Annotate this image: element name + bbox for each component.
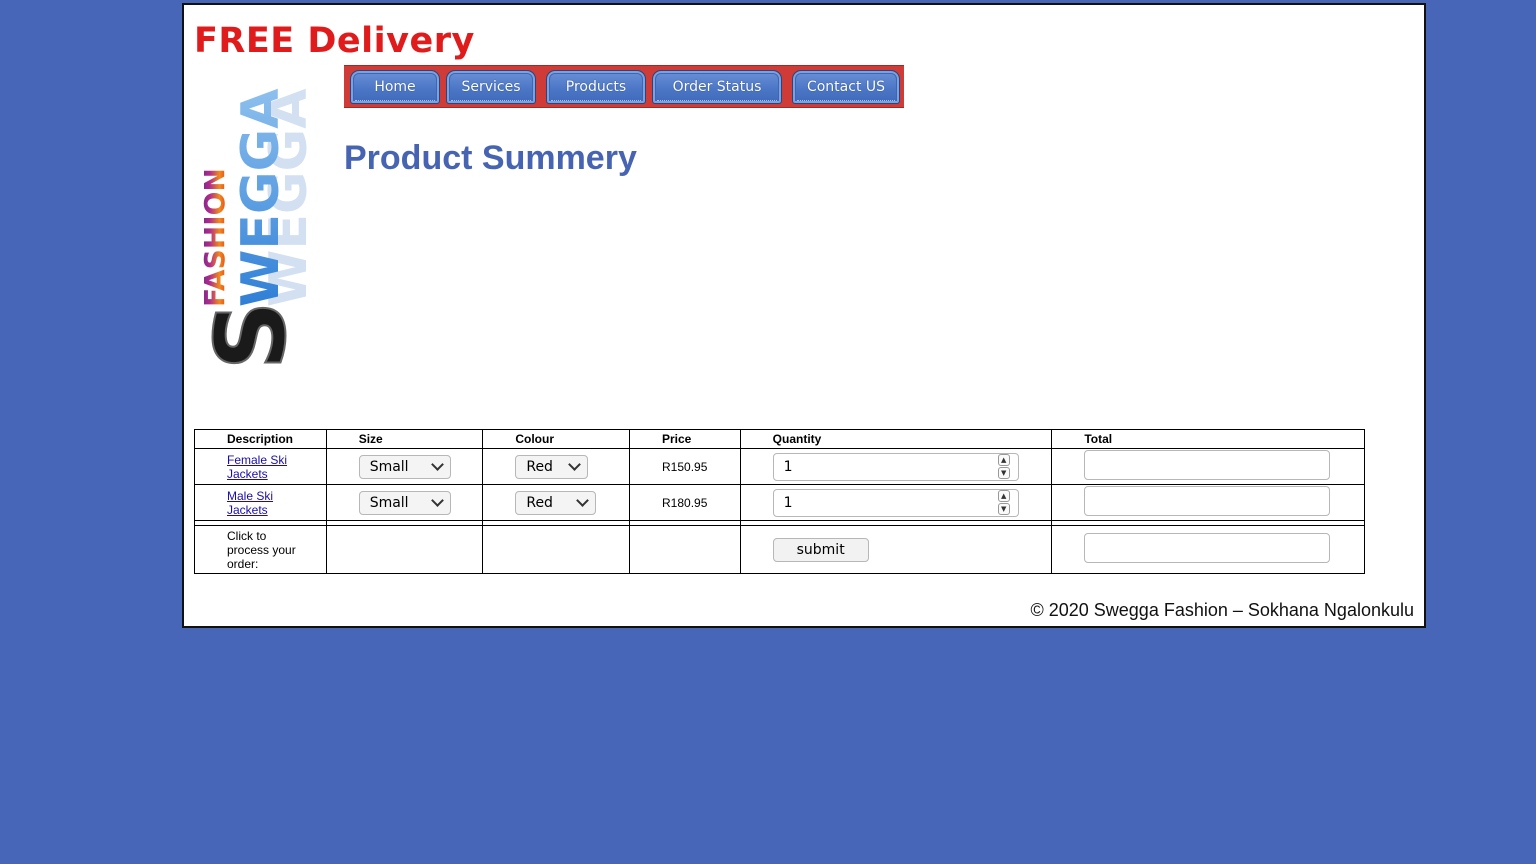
size-select[interactable]: Small [358,490,451,515]
header-quantity: Quantity [739,430,1052,449]
stepper-up-icon[interactable]: ▲ [997,490,1010,502]
process-order-label: Click to process your order: [227,528,296,571]
submit-row: Click to process your order: submit [195,526,1364,573]
nav-contact-us-button[interactable]: Contact US [792,70,900,104]
nav-home-button[interactable]: Home [350,70,440,104]
table-row: Female Ski Jackets Small Red R150.95 1 ▲… [195,449,1364,485]
quantity-value: 1 [783,494,793,511]
chevron-down-icon [430,458,444,471]
table-header-row: Description Size Colour Price Quantity T… [195,430,1364,449]
quantity-stepper[interactable]: ▲ ▼ [997,454,1010,479]
page-container: FREE Delivery WEGGA WEGGA FASHION S Home… [182,3,1426,628]
stepper-up-icon[interactable]: ▲ [997,454,1010,466]
product-link-female-ski-jackets[interactable]: Female Ski Jackets [227,453,291,481]
colour-select[interactable]: Red [515,490,597,515]
size-select-value: Small [369,494,409,511]
logo-wegga: WEGGA [231,89,291,308]
main-navigation: Home Services Products Order Status Cont… [344,65,904,108]
colour-select-value: Red [526,494,553,511]
table-row: Male Ski Jackets Small Red R180.95 1 ▲ ▼ [195,485,1364,521]
logo-initial-s: S [195,301,307,370]
order-table: Description Size Colour Price Quantity T… [194,429,1365,574]
price-value: R150.95 [662,459,708,474]
chevron-down-icon [576,494,590,507]
product-link-male-ski-jackets[interactable]: Male Ski Jackets [227,489,291,517]
page-title: Product Summery [344,139,637,177]
footer-copyright: © 2020 Swegga Fashion – Sokhana Ngalonku… [1030,600,1414,620]
nav-order-status-button[interactable]: Order Status [652,70,782,104]
header-description: Description [195,430,326,449]
logo-fashion: FASHION [198,168,231,307]
swegga-fashion-logo: WEGGA WEGGA FASHION S [194,89,316,372]
colour-select-value: Red [526,458,553,475]
total-field[interactable] [1084,450,1331,480]
chevron-down-icon [430,494,444,507]
chevron-down-icon [568,458,582,471]
size-select-value: Small [369,458,409,475]
total-field[interactable] [1084,486,1331,516]
size-select[interactable]: Small [358,454,451,479]
header-size: Size [325,430,483,449]
header-price: Price [629,430,740,449]
submit-button[interactable]: submit [772,537,869,562]
quantity-input[interactable]: 1 ▲ ▼ [772,488,1019,517]
grand-total-field[interactable] [1084,533,1331,563]
free-delivery-banner: FREE Delivery [194,21,475,61]
quantity-stepper[interactable]: ▲ ▼ [997,490,1010,515]
nav-services-button[interactable]: Services [446,70,536,104]
quantity-input[interactable]: 1 ▲ ▼ [772,452,1019,481]
colour-select[interactable]: Red [515,454,589,479]
price-value: R180.95 [662,495,708,510]
header-total: Total [1051,430,1364,449]
header-colour: Colour [482,430,629,449]
stepper-down-icon[interactable]: ▼ [997,467,1010,479]
quantity-value: 1 [783,458,793,475]
nav-products-button[interactable]: Products [546,70,646,104]
stepper-down-icon[interactable]: ▼ [997,503,1010,515]
